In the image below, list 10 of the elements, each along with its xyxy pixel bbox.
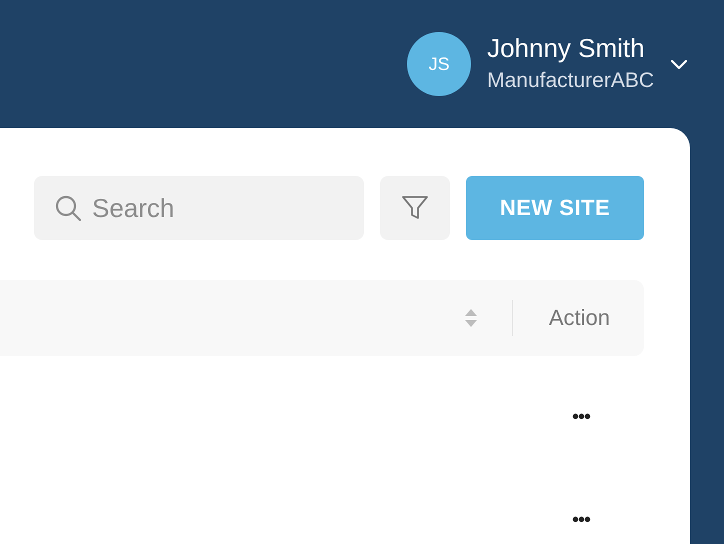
filter-button[interactable] [380, 176, 450, 240]
search-icon [54, 194, 82, 222]
company-name: ManufacturerABC [487, 68, 654, 94]
more-actions-button[interactable]: ••• [570, 509, 592, 532]
column-header: Action [548, 305, 610, 331]
chevron-down-icon[interactable] [670, 58, 688, 70]
user-name: Johnny Smith [487, 32, 646, 64]
filter-icon [401, 195, 429, 221]
more-actions-button[interactable]: ••• [570, 406, 592, 429]
search-field[interactable]: Search [34, 176, 364, 240]
